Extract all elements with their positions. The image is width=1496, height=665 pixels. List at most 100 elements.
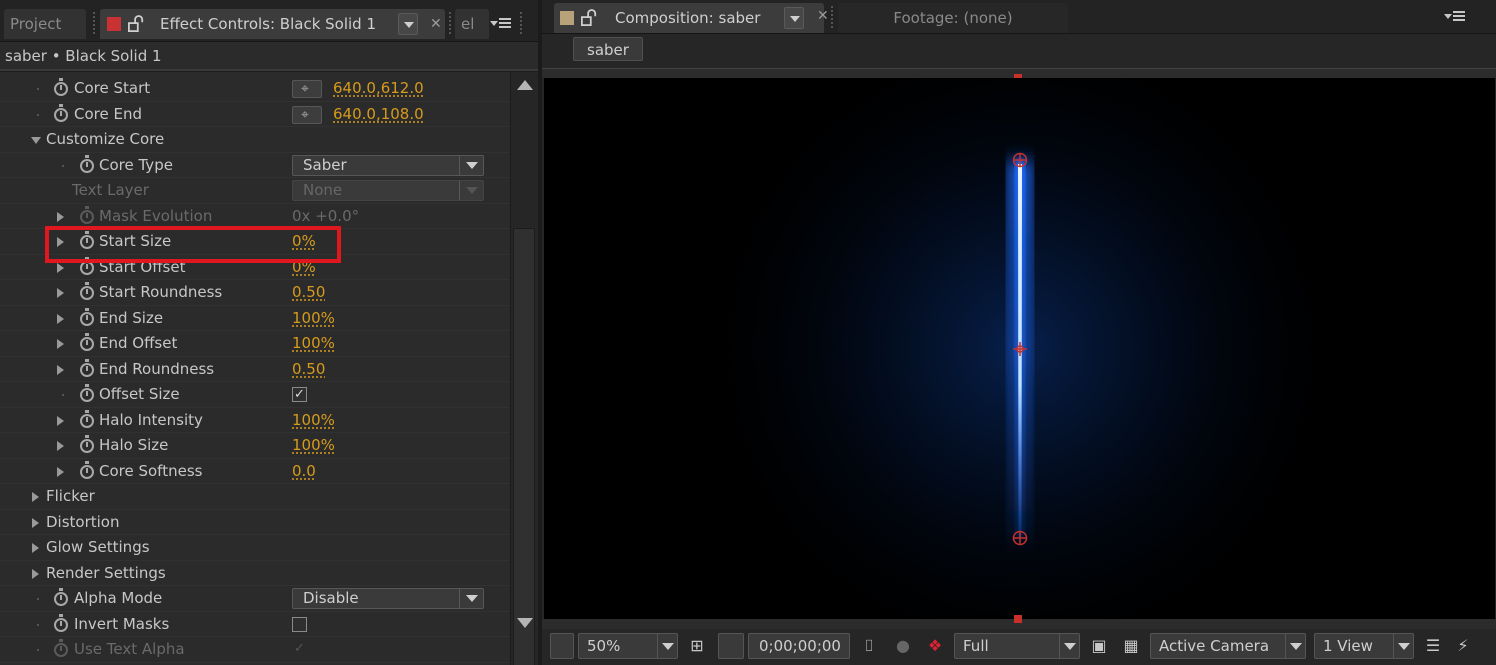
property-value[interactable]: 640.0,108.0 bbox=[333, 102, 424, 127]
twirl-open-icon[interactable] bbox=[31, 137, 41, 144]
view-layout-select[interactable]: 1 View bbox=[1314, 633, 1414, 659]
twirl-closed-icon[interactable] bbox=[57, 364, 64, 375]
point-picker-button[interactable] bbox=[292, 77, 322, 102]
layer-bottom-handle[interactable] bbox=[1014, 615, 1022, 623]
stopwatch-icon[interactable] bbox=[80, 333, 94, 351]
stopwatch-icon[interactable] bbox=[80, 256, 94, 275]
stopwatch-icon[interactable] bbox=[80, 384, 94, 402]
stopwatch-icon[interactable] bbox=[54, 78, 68, 96]
property-value[interactable]: 0% bbox=[292, 255, 316, 280]
twirl-closed-icon[interactable] bbox=[57, 262, 64, 273]
current-time-field[interactable]: 0;00;00;00 bbox=[748, 633, 850, 659]
twirl-closed-icon[interactable] bbox=[57, 313, 64, 324]
property-value[interactable]: 0.0 bbox=[292, 459, 316, 484]
close-tab-icon[interactable]: ✕ bbox=[817, 8, 829, 24]
invert-masks-checkbox[interactable] bbox=[292, 616, 307, 632]
tab-footage[interactable]: Footage: (none) bbox=[838, 3, 1068, 33]
snapshot-camera-icon[interactable]: ⌷ bbox=[858, 635, 880, 657]
twirl-closed-icon[interactable] bbox=[57, 339, 64, 349]
twirl-closed-icon[interactable] bbox=[32, 517, 39, 528]
scroll-thumb[interactable] bbox=[513, 228, 535, 665]
tab-grip[interactable] bbox=[93, 12, 95, 36]
resolution-select[interactable]: Full bbox=[954, 633, 1080, 659]
safe-areas-icon[interactable]: ⊞ bbox=[686, 635, 708, 657]
close-tab-icon[interactable]: ✕ bbox=[430, 9, 442, 39]
composition-swatch-icon bbox=[560, 11, 574, 25]
twirl-closed-icon[interactable] bbox=[32, 492, 39, 502]
property-value[interactable]: 0.50 bbox=[292, 357, 325, 382]
tab-grip[interactable] bbox=[831, 6, 833, 30]
property-value[interactable]: 100% bbox=[292, 331, 335, 356]
toggle-pixel-aspect-icon[interactable]: ☰ bbox=[1422, 635, 1444, 657]
chevron-down-icon bbox=[1285, 634, 1305, 658]
property-group-flicker[interactable]: Flicker bbox=[0, 484, 510, 510]
region-of-interest-icon[interactable]: ▣ bbox=[1088, 635, 1110, 657]
stopwatch-icon[interactable] bbox=[54, 588, 68, 606]
tab-effect-controls[interactable]: Effect Controls: Black Solid 1 ✕ bbox=[100, 9, 445, 39]
twirl-closed-icon[interactable] bbox=[57, 211, 64, 222]
point-picker-button[interactable] bbox=[292, 103, 322, 128]
stopwatch-icon[interactable] bbox=[80, 231, 94, 249]
tab-truncated[interactable]: el bbox=[455, 9, 489, 39]
magnification-value: 50% bbox=[587, 637, 621, 655]
select-value: None bbox=[303, 181, 343, 199]
panel-menu-icon[interactable] bbox=[490, 17, 512, 31]
stopwatch-icon[interactable] bbox=[80, 307, 94, 326]
composition-viewer[interactable] bbox=[544, 78, 1495, 619]
always-preview-icon[interactable] bbox=[550, 633, 574, 659]
twirl-closed-icon[interactable] bbox=[57, 466, 64, 477]
stopwatch-icon[interactable] bbox=[80, 435, 94, 453]
twirl-closed-icon[interactable] bbox=[57, 237, 64, 247]
property-label: Mask Evolution bbox=[99, 206, 213, 225]
stopwatch-icon[interactable] bbox=[54, 103, 68, 122]
property-value[interactable]: 100% bbox=[292, 408, 335, 433]
property-value[interactable]: 100% bbox=[292, 433, 335, 458]
property-label: Alpha Mode bbox=[74, 589, 163, 607]
lock-icon[interactable] bbox=[128, 15, 144, 33]
tab-dropdown-arrow[interactable] bbox=[398, 13, 418, 35]
stopwatch-icon[interactable] bbox=[80, 282, 94, 300]
twirl-closed-icon[interactable] bbox=[32, 543, 39, 553]
property-value[interactable]: 0% bbox=[292, 229, 316, 254]
stopwatch-icon[interactable] bbox=[80, 154, 94, 173]
stopwatch-icon[interactable] bbox=[80, 409, 94, 428]
property-value[interactable]: 100% bbox=[292, 306, 335, 331]
property-group-distortion[interactable]: Distortion bbox=[0, 510, 510, 535]
camera-view-select[interactable]: Active Camera bbox=[1150, 633, 1306, 659]
composition-breadcrumb[interactable]: saber bbox=[573, 37, 643, 61]
scroll-up-arrow-icon[interactable] bbox=[517, 80, 533, 90]
property-group-render-settings[interactable]: Render Settings bbox=[0, 561, 510, 586]
tab-composition[interactable]: Composition: saber bbox=[554, 3, 824, 33]
property-label: End Size bbox=[99, 308, 164, 327]
transparency-grid-icon[interactable]: ▦ bbox=[1120, 635, 1142, 657]
alpha-mode-select[interactable]: Disable bbox=[292, 588, 484, 609]
vertical-scrollbar[interactable] bbox=[510, 72, 538, 665]
stopwatch-icon[interactable] bbox=[80, 358, 94, 377]
fast-previews-icon[interactable]: ⚡ bbox=[1452, 635, 1474, 657]
core-end-anchor-icon[interactable] bbox=[1012, 530, 1028, 546]
stopwatch-icon[interactable] bbox=[54, 613, 68, 632]
twirl-closed-icon[interactable] bbox=[57, 415, 64, 426]
twirl-closed-icon[interactable] bbox=[57, 441, 64, 451]
core-start-anchor-icon[interactable] bbox=[1012, 152, 1028, 168]
offset-size-checkbox[interactable]: ✓ bbox=[292, 387, 307, 402]
stopwatch-icon[interactable] bbox=[80, 460, 94, 479]
channels-rgb-icon[interactable]: ❖ bbox=[924, 635, 946, 657]
lock-icon[interactable] bbox=[581, 9, 597, 27]
show-snapshot-icon[interactable]: ● bbox=[892, 635, 914, 657]
property-group-customize-core[interactable]: Customize Core bbox=[0, 127, 510, 153]
tab-grip-2[interactable] bbox=[449, 12, 451, 36]
property-value[interactable]: 640.0,612.0 bbox=[333, 76, 424, 101]
magnification-select[interactable]: 50% bbox=[578, 633, 678, 659]
toggle-mask-visibility-icon[interactable] bbox=[718, 633, 744, 659]
scroll-down-arrow-icon[interactable] bbox=[517, 618, 533, 628]
tab-project[interactable]: Project bbox=[4, 9, 86, 39]
property-row-start-offset: Start Offset 0% bbox=[0, 255, 510, 280]
twirl-closed-icon[interactable] bbox=[57, 288, 64, 298]
property-group-glow-settings[interactable]: Glow Settings bbox=[0, 535, 510, 561]
property-value[interactable]: 0.50 bbox=[292, 280, 325, 305]
core-type-select[interactable]: Saber bbox=[292, 154, 484, 176]
panel-menu-icon[interactable] bbox=[1444, 10, 1466, 24]
twirl-closed-icon[interactable] bbox=[32, 568, 39, 579]
tab-dropdown-arrow[interactable] bbox=[784, 7, 804, 29]
